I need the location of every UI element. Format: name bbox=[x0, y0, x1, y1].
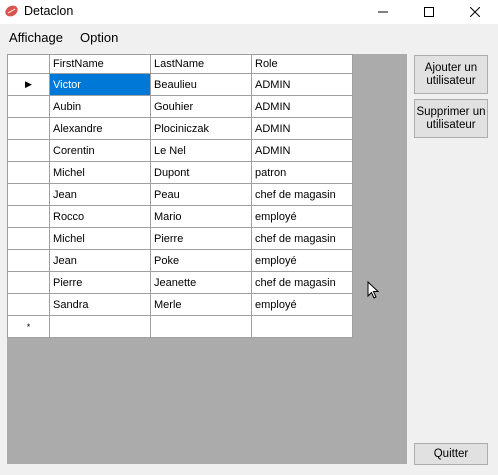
close-icon bbox=[470, 7, 480, 17]
minimize-icon bbox=[378, 11, 388, 13]
table-cell[interactable]: Michel bbox=[49, 227, 151, 250]
maximize-icon bbox=[424, 7, 434, 17]
table-cell[interactable]: Jean bbox=[49, 249, 151, 272]
grid-header-row: FirstName LastName Role bbox=[7, 54, 353, 74]
table-cell[interactable]: Jeanette bbox=[150, 271, 252, 294]
new-row[interactable]: * bbox=[7, 315, 353, 338]
quit-button[interactable]: Quitter bbox=[414, 443, 488, 465]
table-cell[interactable]: Dupont bbox=[150, 161, 252, 184]
mouse-pointer-icon bbox=[367, 281, 379, 299]
table-cell[interactable]: employé bbox=[251, 293, 353, 316]
table-row[interactable]: Sandra Merle employé bbox=[7, 293, 353, 316]
table-cell[interactable]: Jean bbox=[49, 183, 151, 206]
row-header[interactable] bbox=[7, 95, 50, 118]
close-button[interactable] bbox=[452, 0, 498, 24]
maximize-button[interactable] bbox=[406, 0, 452, 24]
window-title: Detaclon bbox=[24, 4, 74, 18]
table-cell[interactable]: chef de magasin bbox=[251, 271, 353, 294]
users-grid[interactable]: FirstName LastName Role ▶ Victor Beaulieu A… bbox=[7, 54, 407, 464]
table-cell[interactable]: Plociniczak bbox=[150, 117, 252, 140]
row-header[interactable] bbox=[7, 139, 50, 162]
table-cell[interactable]: Pierre bbox=[150, 227, 252, 250]
table-cell[interactable]: employé bbox=[251, 249, 353, 272]
table-row[interactable]: Jean Peau chef de magasin bbox=[7, 183, 353, 206]
table-cell[interactable]: Peau bbox=[150, 183, 252, 206]
app-icon bbox=[5, 5, 18, 17]
add-user-button[interactable]: Ajouter un utilisateur bbox=[414, 55, 488, 94]
table-row[interactable]: Michel Pierre chef de magasin bbox=[7, 227, 353, 250]
table-row[interactable]: Aubin Gouhier ADMIN bbox=[7, 95, 353, 118]
table-cell[interactable]: Rocco bbox=[49, 205, 151, 228]
column-header-firstname[interactable]: FirstName bbox=[49, 54, 151, 74]
table-cell[interactable]: Aubin bbox=[49, 95, 151, 118]
table-cell[interactable]: Gouhier bbox=[150, 95, 252, 118]
table-cell[interactable]: employé bbox=[251, 205, 353, 228]
table-row[interactable]: Rocco Mario employé bbox=[7, 205, 353, 228]
table-row[interactable]: Alexandre Plociniczak ADMIN bbox=[7, 117, 353, 140]
title-bar: Detaclon bbox=[0, 0, 498, 24]
table-cell[interactable]: Mario bbox=[150, 205, 252, 228]
remove-user-button[interactable]: Supprimer un utilisateur bbox=[414, 99, 488, 138]
table-cell[interactable]: Le Nel bbox=[150, 139, 252, 162]
row-header[interactable] bbox=[7, 271, 50, 294]
new-row-indicator-icon: * bbox=[7, 315, 50, 338]
current-row-indicator-icon[interactable]: ▶ bbox=[7, 73, 50, 96]
row-header[interactable] bbox=[7, 183, 50, 206]
table-cell[interactable]: ADMIN bbox=[251, 117, 353, 140]
table-cell[interactable]: ADMIN bbox=[251, 73, 353, 96]
grid-corner-header[interactable] bbox=[7, 54, 50, 74]
row-header[interactable] bbox=[7, 117, 50, 140]
menu-option[interactable]: Option bbox=[80, 30, 118, 45]
row-header[interactable] bbox=[7, 227, 50, 250]
table-cell[interactable]: ADMIN bbox=[251, 139, 353, 162]
table-cell[interactable]: Alexandre bbox=[49, 117, 151, 140]
table-cell[interactable]: Michel bbox=[49, 161, 151, 184]
menu-affichage[interactable]: Affichage bbox=[9, 30, 63, 45]
new-row-cell[interactable] bbox=[49, 315, 151, 338]
table-cell[interactable]: Corentin bbox=[49, 139, 151, 162]
table-cell[interactable]: Poke bbox=[150, 249, 252, 272]
table-row[interactable]: Jean Poke employé bbox=[7, 249, 353, 272]
row-header[interactable] bbox=[7, 205, 50, 228]
column-header-lastname[interactable]: LastName bbox=[150, 54, 252, 74]
users-table: FirstName LastName Role ▶ Victor Beaulieu A… bbox=[7, 54, 353, 338]
table-cell[interactable]: chef de magasin bbox=[251, 183, 353, 206]
table-cell[interactable]: Pierre bbox=[49, 271, 151, 294]
table-cell[interactable]: patron bbox=[251, 161, 353, 184]
table-row[interactable]: Corentin Le Nel ADMIN bbox=[7, 139, 353, 162]
table-row[interactable]: ▶ Victor Beaulieu ADMIN bbox=[7, 73, 353, 96]
row-header[interactable] bbox=[7, 161, 50, 184]
table-cell[interactable]: Victor bbox=[49, 73, 151, 96]
table-cell[interactable]: Merle bbox=[150, 293, 252, 316]
table-row[interactable]: Pierre Jeanette chef de magasin bbox=[7, 271, 353, 294]
table-cell[interactable]: ADMIN bbox=[251, 95, 353, 118]
table-cell[interactable]: Sandra bbox=[49, 293, 151, 316]
table-row[interactable]: Michel Dupont patron bbox=[7, 161, 353, 184]
table-cell[interactable]: chef de magasin bbox=[251, 227, 353, 250]
row-header[interactable] bbox=[7, 249, 50, 272]
menu-bar: Affichage Option bbox=[0, 27, 498, 47]
new-row-cell[interactable] bbox=[251, 315, 353, 338]
column-header-role[interactable]: Role bbox=[251, 54, 353, 74]
minimize-button[interactable] bbox=[360, 0, 406, 24]
new-row-cell[interactable] bbox=[150, 315, 252, 338]
row-header[interactable] bbox=[7, 293, 50, 316]
table-cell[interactable]: Beaulieu bbox=[150, 73, 252, 96]
